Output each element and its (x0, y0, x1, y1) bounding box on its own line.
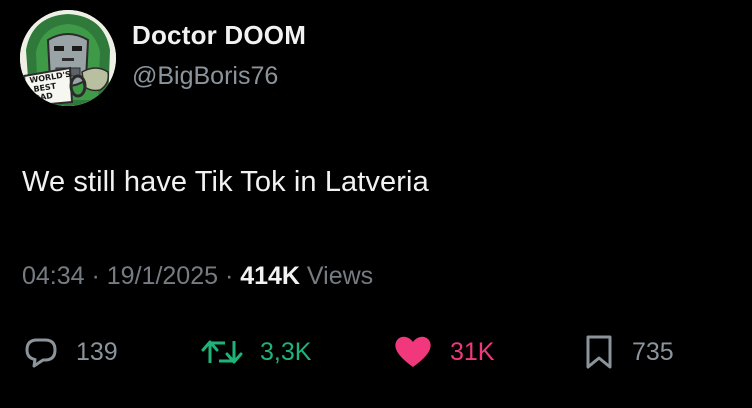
bookmark-button[interactable]: 735 (582, 330, 674, 374)
views-label: Views (299, 262, 374, 290)
retweet-count: 3,3K (260, 337, 312, 366)
speech-bubble-icon (25, 338, 57, 368)
tweet-time[interactable]: 04:34 (22, 262, 85, 290)
meta-separator-1: · (84, 262, 107, 290)
tweet-meta: 04:34 · 19/1/2025 · 414K Views (22, 262, 373, 291)
views-count: 414K (240, 262, 300, 290)
bookmark-count: 735 (632, 337, 674, 366)
like-button[interactable]: 31K (392, 330, 494, 374)
author-handle[interactable]: @BigBoris76 (132, 62, 278, 91)
bookmark-icon (586, 335, 612, 369)
author-display-name[interactable]: Doctor DOOM (132, 20, 306, 51)
tweet-text: We still have Tik Tok in Latveria (22, 166, 429, 198)
filled-heart-icon (395, 336, 431, 367)
tweet-date[interactable]: 19/1/2025 (107, 262, 218, 290)
meta-separator-2: · (218, 262, 241, 290)
retweet-button[interactable]: 3,3K (200, 330, 311, 374)
avatar[interactable]: WORLD'S BEST DAD (20, 10, 116, 106)
reply-count: 139 (76, 337, 118, 366)
retweet-arrows-icon (201, 340, 243, 364)
avatar-image: WORLD'S BEST DAD (20, 10, 116, 106)
tweet-actions: 139 3,3K 31K 735 (0, 330, 752, 374)
like-count: 31K (450, 337, 495, 366)
reply-button[interactable]: 139 (22, 330, 118, 374)
